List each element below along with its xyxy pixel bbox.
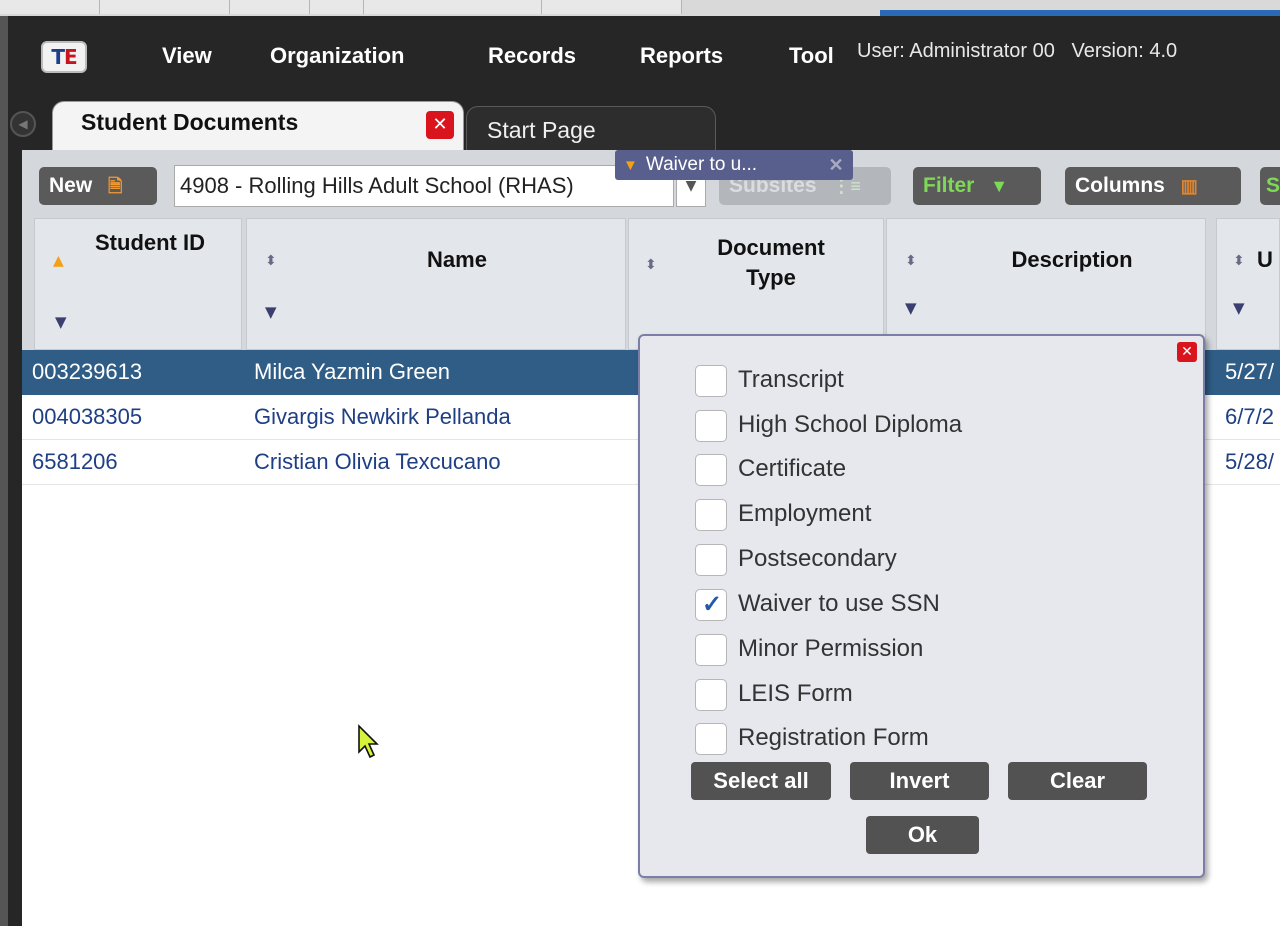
option-checkbox[interactable] xyxy=(695,499,727,531)
option-label: Transcript xyxy=(738,366,844,393)
option-checkbox[interactable] xyxy=(695,723,727,755)
columns-button[interactable]: Columns ▥ xyxy=(1065,167,1241,205)
strip-segment xyxy=(0,0,100,14)
back-arrow-icon[interactable]: ◀ xyxy=(10,111,36,137)
menu-organization[interactable]: Organization xyxy=(270,43,404,69)
col-cut-off[interactable]: ⬍ U ▼ xyxy=(1216,218,1280,350)
option-label: High School Diploma xyxy=(738,411,963,438)
cell-date: 5/27/ xyxy=(1225,359,1274,384)
option-label: LEIS Form xyxy=(738,680,853,707)
option-label: Certificate xyxy=(738,455,847,482)
sort-icon[interactable]: ⬍ xyxy=(905,253,917,269)
app-logo[interactable]: TE xyxy=(41,41,87,73)
filter-icon[interactable]: ▼ xyxy=(265,303,277,321)
version-info: Version: 4.0 xyxy=(1071,40,1178,62)
menu-records[interactable]: Records xyxy=(488,43,576,69)
tab-label: Student Documents xyxy=(81,109,299,135)
col-description[interactable]: ⬍ Description ▼ xyxy=(886,218,1206,350)
strip-segment xyxy=(542,0,682,14)
menu-view[interactable]: View xyxy=(162,43,212,69)
strip-segment xyxy=(364,0,542,14)
col-name[interactable]: ⬍ Name ▼ xyxy=(246,218,626,350)
cell-date: 6/7/2 xyxy=(1225,404,1274,429)
filter-icon: ▼ xyxy=(623,157,638,174)
tab-start-page[interactable]: Start Page xyxy=(466,106,716,151)
tab-student-documents[interactable]: Student Documents ✕ xyxy=(52,101,464,151)
document-type-filter-popup: ✕ Transcript High School Diploma Certifi… xyxy=(638,334,1205,878)
close-icon[interactable]: ✕ xyxy=(1177,342,1197,362)
col-document-type-label: Document Type xyxy=(717,235,825,290)
option-label: Postsecondary xyxy=(738,545,897,572)
sort-icon[interactable]: ⬍ xyxy=(1233,253,1245,269)
cell-name: Givargis Newkirk Pellanda xyxy=(254,404,511,429)
option-label: Registration Form xyxy=(738,724,929,751)
strip-segment xyxy=(310,0,364,14)
filter-icon: ▼ xyxy=(990,176,1009,197)
sort-ascending-icon[interactable]: ▲ xyxy=(53,253,64,269)
option-label: Employment xyxy=(738,500,872,527)
col-name-label: Name xyxy=(427,247,487,272)
option-checkbox[interactable] xyxy=(695,454,727,486)
logo-letter-t: T xyxy=(51,45,65,69)
sort-icon[interactable]: ⬍ xyxy=(645,257,657,273)
menu-reports[interactable]: Reports xyxy=(640,43,723,69)
filter-icon[interactable]: ▼ xyxy=(1233,299,1245,317)
cell-date: 5/28/ xyxy=(1225,449,1274,474)
cut-off-button[interactable]: S xyxy=(1260,167,1280,205)
strip-segment xyxy=(100,0,230,14)
close-tab-button[interactable]: ✕ xyxy=(426,111,454,139)
sort-icon[interactable]: ⬍ xyxy=(265,253,277,269)
window-top-strip xyxy=(0,0,1280,16)
cell-name: Cristian Olivia Texcucano xyxy=(254,449,501,474)
option-checkbox[interactable] xyxy=(695,634,727,666)
filter-icon[interactable]: ▼ xyxy=(55,313,67,331)
col-document-type[interactable]: ⬍ Document Type xyxy=(628,218,884,350)
columns-icon: ▥ xyxy=(1180,176,1198,197)
option-checkbox[interactable] xyxy=(695,410,727,442)
clear-button[interactable]: Clear xyxy=(1008,762,1147,800)
option-checkbox[interactable] xyxy=(695,679,727,711)
option-checkbox[interactable] xyxy=(695,365,727,397)
col-student-id[interactable]: ▲ Student ID ▼ xyxy=(34,218,242,350)
col-student-id-label: Student ID xyxy=(95,230,205,255)
site-select[interactable]: 4908 - Rolling Hills Adult School (RHAS) xyxy=(174,165,674,207)
table-header: ▲ Student ID ▼ ⬍ Name ▼ ⬍ Document Type … xyxy=(22,218,1280,350)
cell-student-id: 004038305 xyxy=(32,404,143,429)
ok-button[interactable]: Ok xyxy=(866,816,979,854)
cell-student-id: 003239613 xyxy=(32,359,143,384)
active-filter-text: Waiver to u... xyxy=(645,154,758,175)
col-cut-off-label: U xyxy=(1257,247,1273,272)
logo-letter-e: E xyxy=(63,45,78,69)
option-checkbox[interactable] xyxy=(695,544,727,576)
filter-button[interactable]: Filter ▼ xyxy=(913,167,1041,205)
user-info: User: Administrator 00 xyxy=(857,40,1055,62)
filter-button-label: Filter xyxy=(923,174,975,197)
cell-student-id: 6581206 xyxy=(32,449,118,474)
menu-bar: TE View Organization Records Reports Too… xyxy=(8,16,1280,100)
user-version-info: User: Administrator 00 Version: 4.0 xyxy=(857,40,1177,63)
active-filter-chip[interactable]: ▼ Waiver to u... ✕ xyxy=(615,150,853,180)
new-document-icon: 🗎 xyxy=(108,176,123,197)
window-left-edge xyxy=(0,16,8,926)
filter-icon[interactable]: ▼ xyxy=(905,299,917,317)
option-label: Waiver to use SSN xyxy=(738,590,940,617)
option-checkbox-checked[interactable] xyxy=(695,587,727,623)
tab-label: Start Page xyxy=(487,117,596,143)
new-button[interactable]: New 🗎 xyxy=(39,167,157,205)
mouse-cursor-icon xyxy=(358,724,379,759)
menu-tools[interactable]: Tool xyxy=(789,43,849,69)
strip-segment xyxy=(230,0,310,14)
option-label: Minor Permission xyxy=(738,635,924,662)
invert-button[interactable]: Invert xyxy=(850,762,989,800)
columns-button-label: Columns xyxy=(1075,174,1165,197)
new-button-label: New xyxy=(49,174,93,197)
col-description-label: Description xyxy=(1011,247,1133,272)
select-all-button[interactable]: Select all xyxy=(691,762,831,800)
remove-filter-button[interactable]: ✕ xyxy=(825,153,847,177)
cell-name: Milca Yazmin Green xyxy=(254,359,451,384)
